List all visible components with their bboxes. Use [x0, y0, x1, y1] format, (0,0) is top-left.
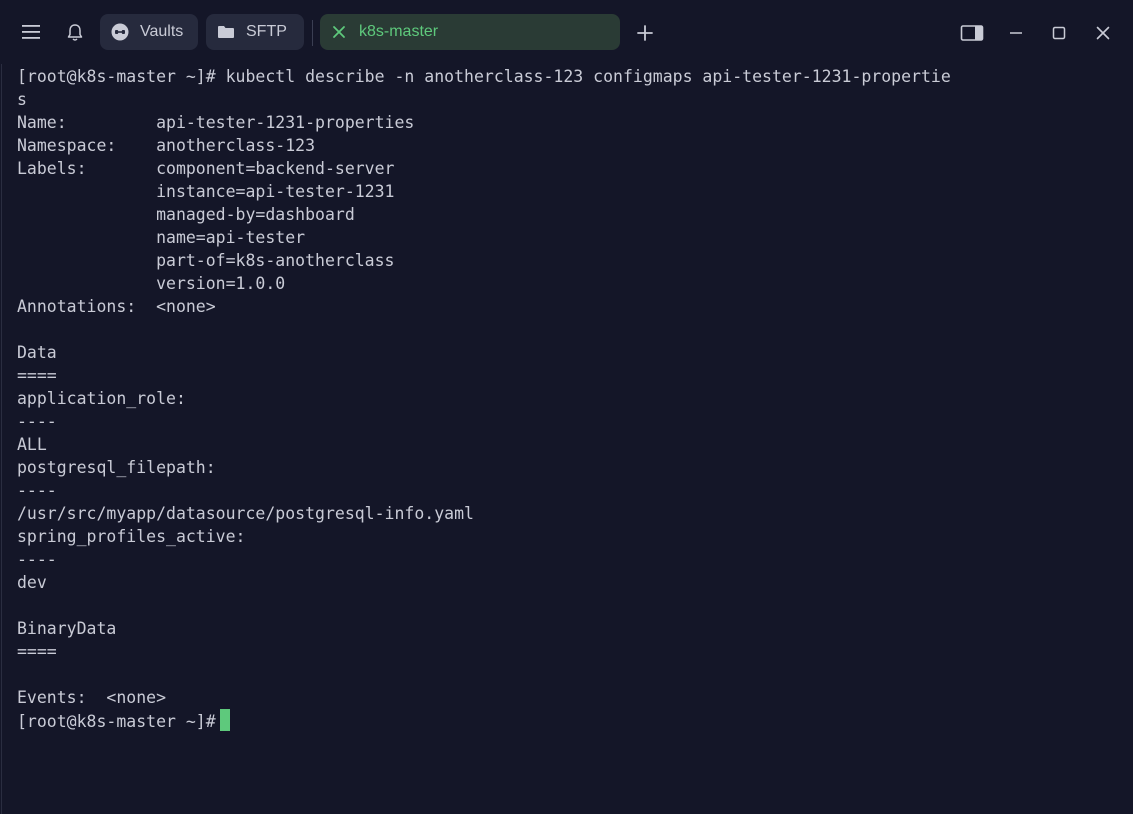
terminal-output: [root@k8s-master ~]# kubectl describe -n… — [17, 65, 951, 732]
new-tab-plus-icon[interactable] — [634, 22, 656, 44]
tab-label: SFTP — [246, 23, 287, 40]
terminal-line: ALL — [17, 435, 47, 454]
terminal-line: application_role: — [17, 389, 186, 408]
terminal-line: instance=api-tester-1231 — [17, 182, 395, 201]
terminal-line: Labels: component=backend-server — [17, 159, 395, 178]
sidebar-toggle-icon[interactable] — [959, 22, 985, 44]
close-icon[interactable] — [329, 22, 349, 42]
terminal-line: Events: <none> — [17, 688, 167, 707]
terminal-line: /usr/src/myapp/datasource/postgresql-inf… — [17, 504, 474, 523]
notification-bell-icon[interactable] — [64, 22, 86, 42]
terminal-line: postgresql_filepath: — [17, 458, 216, 477]
menu-icon[interactable] — [20, 22, 42, 42]
terminal-line: name=api-tester — [17, 228, 306, 247]
maximize-icon[interactable] — [1048, 22, 1070, 44]
terminal-line: [root@k8s-master ~]# kubectl describe -n… — [17, 67, 951, 86]
terminal-line: Name: api-tester-1231-properties — [17, 113, 415, 132]
terminal-window[interactable]: [root@k8s-master ~]# kubectl describe -n… — [1, 64, 1133, 814]
terminal-line: Data — [17, 343, 57, 362]
terminal-prompt-line[interactable]: [root@k8s-master ~]# — [17, 709, 951, 732]
folder-icon — [216, 22, 236, 42]
tab-label: Vaults — [140, 23, 184, 40]
terminal-line: s — [17, 90, 27, 109]
vault-icon — [110, 22, 130, 42]
terminal-line: version=1.0.0 — [17, 274, 286, 293]
terminal-line: ---- — [17, 550, 57, 569]
minimize-icon[interactable] — [1005, 22, 1027, 44]
title-bar: Vaults SFTP k8s-master — [0, 0, 1133, 64]
terminal-line: spring_profiles_active: — [17, 527, 246, 546]
terminal-line: ---- — [17, 481, 57, 500]
shell-prompt: [root@k8s-master ~]# — [17, 712, 216, 731]
terminal-line: managed-by=dashboard — [17, 205, 355, 224]
terminal-line: Namespace: anotherclass-123 — [17, 136, 316, 155]
tab-sftp[interactable]: SFTP — [206, 14, 304, 50]
terminal-line: part-of=k8s-anotherclass — [17, 251, 395, 270]
terminal-line: dev — [17, 573, 47, 592]
tab-k8s-master[interactable]: k8s-master — [320, 14, 620, 50]
tab-label: k8s-master — [359, 23, 439, 40]
terminal-line: ---- — [17, 412, 57, 431]
terminal-line: ==== — [17, 642, 57, 661]
terminal-line: Annotations: <none> — [17, 297, 216, 316]
terminal-cursor — [219, 709, 230, 731]
terminal-line: BinaryData — [17, 619, 117, 638]
terminal-line: ==== — [17, 366, 57, 385]
tab-vaults[interactable]: Vaults — [100, 14, 198, 50]
tab-divider — [312, 20, 313, 46]
close-window-icon[interactable] — [1092, 22, 1114, 44]
